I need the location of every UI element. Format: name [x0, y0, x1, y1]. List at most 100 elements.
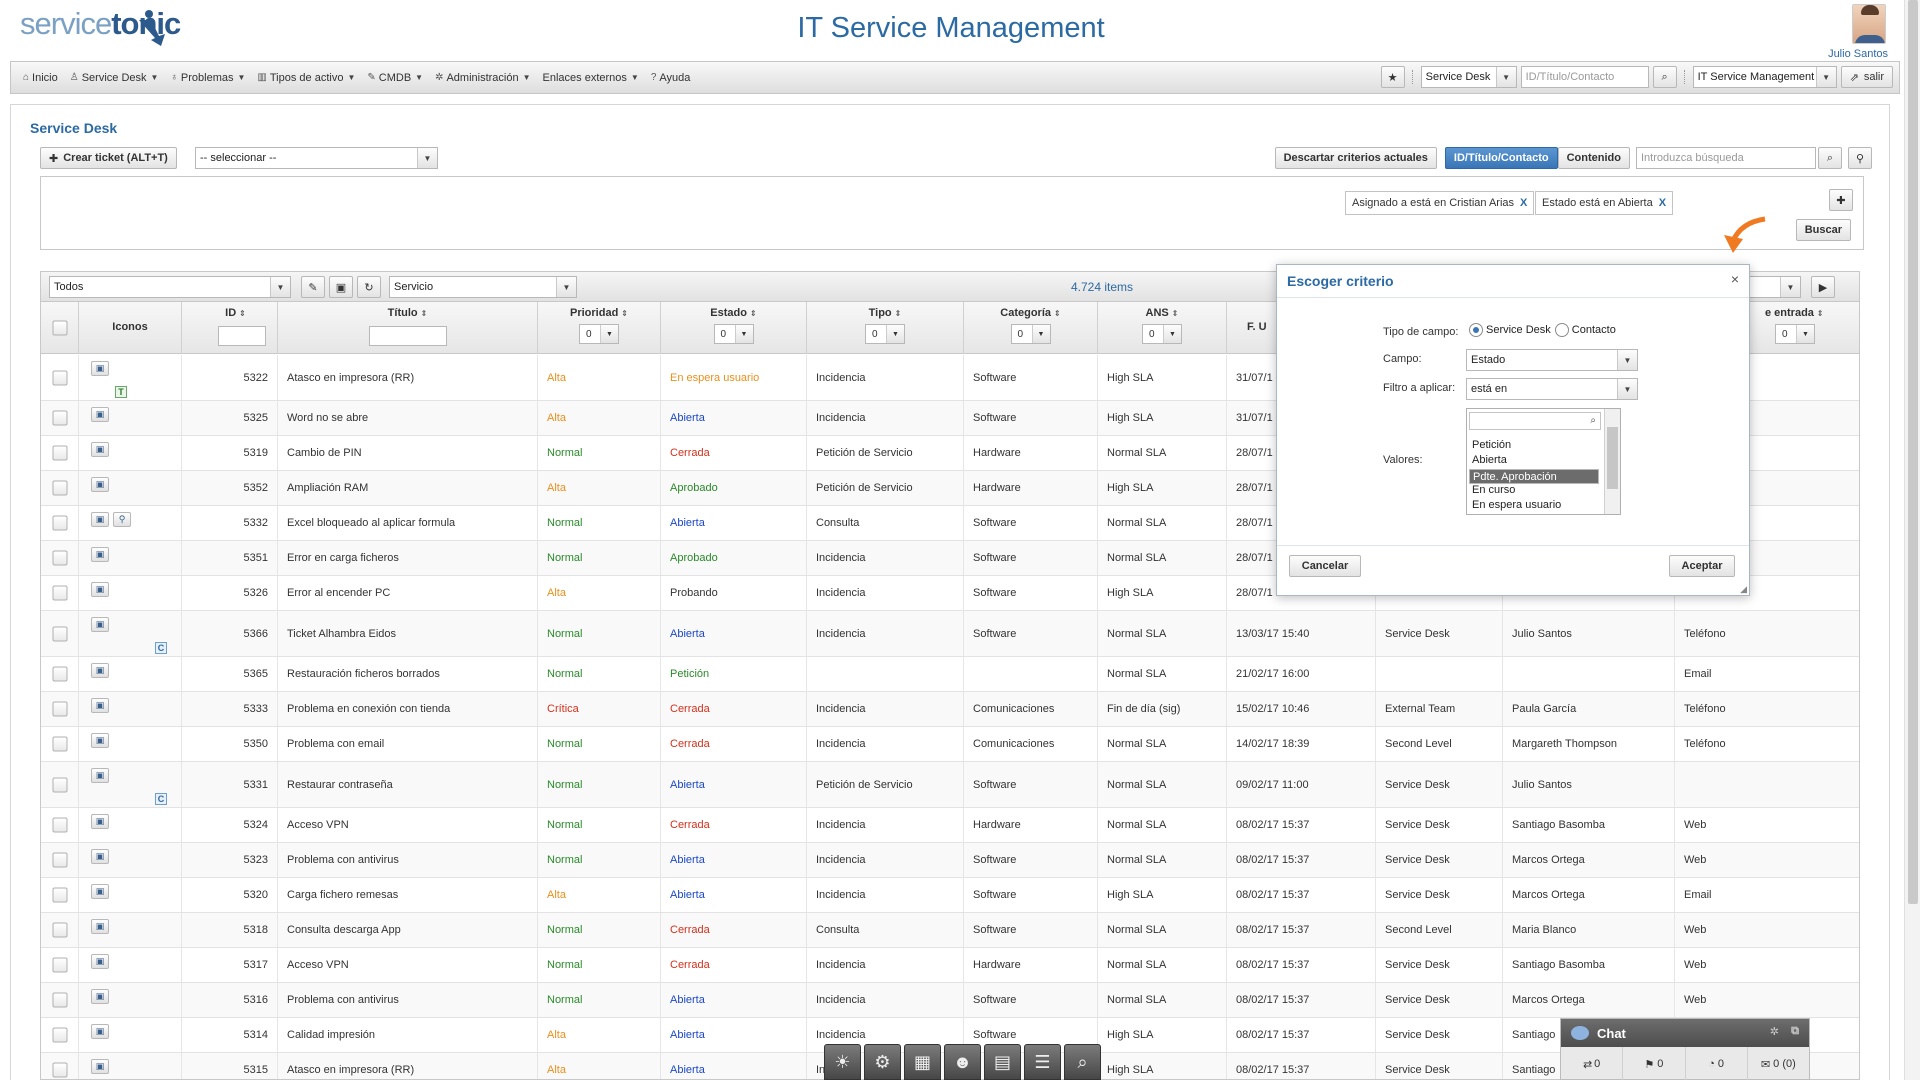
- titulo-value[interactable]: Problema con antivirus: [287, 854, 399, 866]
- value-option-selected[interactable]: Pdte. Aprobación: [1469, 469, 1599, 484]
- col-ans[interactable]: ANS ⇕ 0 ▼: [1098, 302, 1227, 354]
- titulo-value[interactable]: Ampliación RAM: [287, 482, 368, 494]
- estado-filter[interactable]: 0 ▼: [713, 324, 754, 344]
- table-row[interactable]: ▣ C 5331 Restaurar contraseña Normal Abierta P…: [41, 762, 1859, 808]
- titulo-value[interactable]: Carga fichero remesas: [287, 889, 398, 901]
- accept-button[interactable]: Aceptar: [1669, 555, 1735, 577]
- titulo-value[interactable]: Cambio de PIN: [287, 447, 362, 459]
- ans-filter[interactable]: 0 ▼: [1142, 324, 1182, 344]
- value-option[interactable]: En curso: [1469, 484, 1599, 499]
- ticket-view-icon[interactable]: ▣: [91, 919, 109, 934]
- row-checkbox[interactable]: [52, 736, 67, 752]
- titulo-value[interactable]: Problema con antivirus: [287, 994, 399, 1006]
- menu-item-inicio[interactable]: ⌂ Inicio: [17, 62, 64, 93]
- titulo-value[interactable]: Atasco en impresora (RR): [287, 372, 414, 384]
- filtro-select[interactable]: está en ▼: [1466, 378, 1638, 400]
- titulo-value[interactable]: Acceso VPN: [287, 819, 349, 831]
- ticket-view-icon[interactable]: ▣: [91, 768, 109, 783]
- titulo-value[interactable]: Problema con email: [287, 738, 384, 750]
- col-titulo[interactable]: Título ⇕: [278, 302, 538, 354]
- row-checkbox[interactable]: [52, 701, 67, 717]
- chat-tag-icon[interactable]: C: [155, 793, 167, 805]
- row-checkbox[interactable]: [52, 817, 67, 833]
- popout-icon[interactable]: ⧉: [1791, 1025, 1799, 1038]
- titulo-value[interactable]: Excel bloqueado al aplicar formula: [287, 517, 455, 529]
- ticket-view-icon[interactable]: ▣: [91, 1024, 109, 1039]
- chat-flag-stat[interactable]: ⚑ 0: [1623, 1047, 1686, 1080]
- row-checkbox[interactable]: [52, 585, 67, 601]
- remove-chip-button[interactable]: X: [1659, 197, 1666, 209]
- ticket-view-icon[interactable]: ▣: [91, 407, 109, 422]
- titulo-value[interactable]: Acceso VPN: [287, 959, 349, 971]
- cancel-button[interactable]: Cancelar: [1289, 555, 1361, 577]
- context-select[interactable]: IT Service Management ▼: [1692, 66, 1837, 88]
- ticket-view-icon[interactable]: ▣: [91, 547, 109, 562]
- row-checkbox[interactable]: [52, 445, 67, 461]
- table-row[interactable]: ▣ 5318 Consulta descarga App Normal Cerrada C…: [41, 913, 1859, 948]
- col-prioridad[interactable]: Prioridad ⇕ 0 ▼: [538, 302, 661, 354]
- remove-chip-button[interactable]: X: [1520, 197, 1527, 209]
- content-search-button[interactable]: ⌕: [1818, 147, 1842, 169]
- task-tag-icon[interactable]: T: [115, 386, 127, 398]
- chat-clock-stat[interactable]: ◔ 0: [1686, 1047, 1748, 1080]
- tab-id-titulo-contacto[interactable]: ID/Título/Contacto: [1444, 147, 1558, 169]
- ticket-view-icon[interactable]: ▣: [91, 582, 109, 597]
- chat-transfer-stat[interactable]: ⇄ 0: [1561, 1047, 1624, 1080]
- search-icon[interactable]: ⌕: [1064, 1044, 1101, 1080]
- ticket-view-icon[interactable]: ▣: [91, 663, 109, 678]
- radio-contacto-label[interactable]: Contacto: [1572, 324, 1616, 336]
- titulo-filter-input[interactable]: [368, 326, 447, 346]
- ticket-view-icon[interactable]: ▣: [91, 814, 109, 829]
- ticket-view-icon[interactable]: ▣: [91, 884, 109, 899]
- row-checkbox[interactable]: [52, 370, 67, 385]
- categoria-filter[interactable]: 0 ▼: [1010, 324, 1051, 344]
- titulo-value[interactable]: Restaurar contraseña: [287, 779, 393, 791]
- resize-handle-icon[interactable]: ◢: [1740, 584, 1747, 595]
- settings-icon[interactable]: ✲: [1770, 1025, 1779, 1038]
- scroll-thumb[interactable]: [1607, 427, 1618, 489]
- quick-search-input[interactable]: ID/Título/Contacto: [1520, 66, 1649, 88]
- titulo-value[interactable]: Error en carga ficheros: [287, 552, 399, 564]
- close-icon[interactable]: ×: [1731, 271, 1739, 287]
- menu-item-service-desk[interactable]: ♙ Service Desk ▼: [64, 62, 165, 93]
- bulb-icon[interactable]: ☀: [824, 1044, 861, 1080]
- group-select[interactable]: Servicio ▼: [389, 276, 577, 298]
- menu-item-enlaces-externos[interactable]: Enlaces externos ▼: [537, 62, 645, 93]
- ticket-view-icon[interactable]: ▣: [91, 989, 109, 1004]
- ticket-view-icon[interactable]: ▣: [91, 361, 109, 376]
- titulo-value[interactable]: Problema en conexión con tienda: [287, 703, 450, 715]
- titulo-value[interactable]: Consulta descarga App: [287, 924, 401, 936]
- row-checkbox[interactable]: [52, 922, 67, 938]
- row-checkbox[interactable]: [52, 777, 67, 792]
- titulo-value[interactable]: Ticket Alhambra Eidos: [287, 628, 396, 640]
- edit-view-button[interactable]: ✎: [301, 276, 325, 298]
- chart-icon[interactable]: ▦: [904, 1044, 941, 1080]
- id-filter-input[interactable]: [218, 326, 266, 346]
- row-checkbox[interactable]: [52, 515, 67, 531]
- calendar-icon[interactable]: ▤: [984, 1044, 1021, 1080]
- table-row[interactable]: ▣ 5320 Carga fichero remesas Alta Abierta Inc…: [41, 878, 1859, 913]
- chat-header[interactable]: Chat ✲ ⧉: [1561, 1019, 1809, 1047]
- person-icon[interactable]: ☻: [944, 1044, 981, 1080]
- titulo-value[interactable]: Restauración ficheros borrados: [287, 668, 440, 680]
- menu-item-tipos-activo[interactable]: ▥ Tipos de activo ▼: [251, 62, 361, 93]
- chat-tag-icon[interactable]: C: [155, 642, 167, 654]
- ticket-view-icon[interactable]: ▣: [91, 512, 109, 527]
- view-select[interactable]: Todos ▼: [49, 276, 291, 298]
- titulo-value[interactable]: Atasco en impresora (RR): [287, 1064, 414, 1076]
- menu-item-ayuda[interactable]: ? Ayuda: [645, 62, 697, 93]
- scroll-thumb[interactable]: [1908, 0, 1918, 904]
- ticket-view-icon[interactable]: ▣: [91, 477, 109, 492]
- tab-contenido[interactable]: Contenido: [1557, 147, 1630, 169]
- user-name[interactable]: Julio Santos: [1828, 48, 1888, 60]
- value-option[interactable]: En espera usuario: [1469, 499, 1599, 514]
- row-checkbox[interactable]: [52, 992, 67, 1008]
- values-listbox[interactable]: ⌕ Petición Abierta Pdte. Aprobación En c…: [1466, 408, 1621, 515]
- titulo-value[interactable]: Calidad impresión: [287, 1029, 375, 1041]
- row-checkbox[interactable]: [52, 957, 67, 973]
- value-option[interactable]: Abierta: [1469, 454, 1599, 469]
- save-view-button[interactable]: ▣: [329, 276, 353, 298]
- ticket-view-icon[interactable]: ▣: [91, 617, 109, 632]
- table-row[interactable]: ▣ 5333 Problema en conexión con tienda Crít…: [41, 692, 1859, 727]
- refresh-button[interactable]: ↻: [357, 276, 381, 298]
